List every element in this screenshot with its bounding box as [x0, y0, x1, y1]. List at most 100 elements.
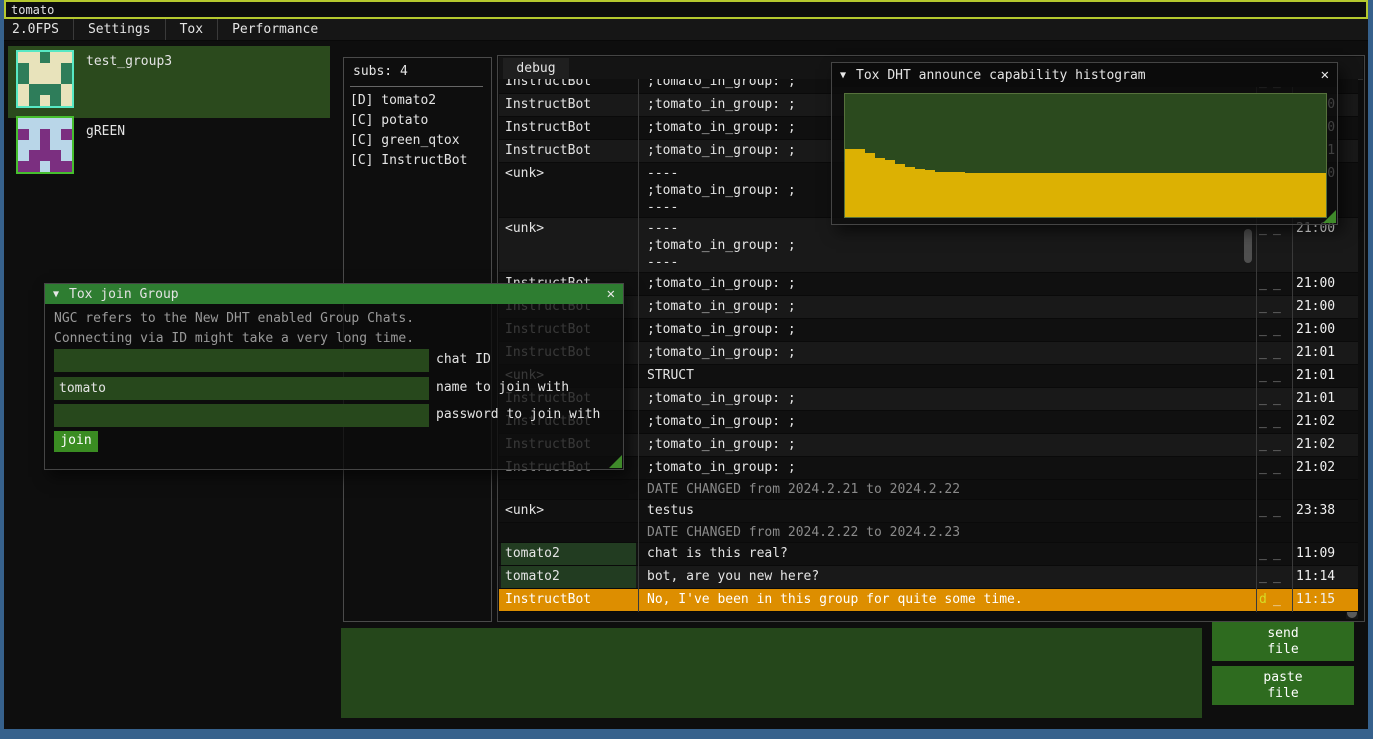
message-flags: __: [1259, 296, 1291, 321]
message-time: 21:00: [1296, 296, 1354, 321]
message-flag: _: [1259, 322, 1273, 337]
histogram-bar: [985, 173, 995, 217]
histogram-bar: [975, 173, 985, 217]
message-time: 21:01: [1296, 388, 1354, 413]
message-flag: _: [1259, 299, 1273, 314]
message-flags: __: [1259, 500, 1291, 525]
message-text: STRUCT: [643, 365, 1253, 387]
collapse-arrow-icon[interactable]: ▼: [53, 289, 59, 300]
cell-scrollbar[interactable]: [1244, 229, 1252, 263]
member-list-item[interactable]: [D] tomato2: [350, 91, 487, 111]
message-flags: __: [1259, 365, 1291, 390]
message-flag: _: [1273, 299, 1287, 314]
histogram-bar: [945, 172, 955, 218]
divider: [350, 86, 483, 87]
message-row[interactable]: InstructBot;tomato_in_group: ;__21:02: [499, 457, 1358, 480]
histogram-bar: [1065, 173, 1075, 217]
group-list-item-green[interactable]: gREEN: [8, 119, 330, 191]
message-flag: _: [1273, 414, 1287, 429]
message-row[interactable]: InstructBot;tomato_in_group: ;__21:00: [499, 319, 1358, 342]
histogram-bar: [1256, 173, 1266, 217]
message-row[interactable]: InstructBot;tomato_in_group: ;__21:00: [499, 273, 1358, 296]
histogram-bar: [1186, 173, 1196, 217]
chat-id-field[interactable]: [54, 349, 429, 372]
menu-item-tox[interactable]: Tox: [166, 19, 217, 40]
histogram-bar: [1015, 173, 1025, 217]
collapse-arrow-icon[interactable]: ▼: [840, 70, 846, 81]
message-row[interactable]: <unk>testus__23:38: [499, 500, 1358, 523]
member-list-item[interactable]: [C] potato: [350, 111, 487, 131]
menu-item-performance[interactable]: Performance: [218, 19, 332, 40]
send-file-button[interactable]: send file: [1212, 622, 1354, 661]
histogram-bar: [1286, 173, 1296, 217]
menu-bar: 2.0FPSSettingsToxPerformance: [4, 19, 1368, 41]
message-time: 21:00: [1296, 273, 1354, 298]
message-row[interactable]: tomato2bot, are you new here?__11:14: [499, 566, 1358, 589]
histogram-bar: [1095, 173, 1105, 217]
sender-name: <unk>: [501, 163, 636, 217]
message-time: 21:02: [1296, 457, 1354, 482]
member-list-item[interactable]: [C] green_qtox: [350, 131, 487, 151]
window-title: tomato: [11, 3, 54, 17]
members-count-header: subs: 4: [353, 64, 408, 79]
histogram-bar: [1105, 173, 1115, 217]
histogram-bar: [1055, 173, 1065, 217]
message-row[interactable]: InstructBot;tomato_in_group: ;__21:00: [499, 296, 1358, 319]
histogram-bar: [1226, 173, 1236, 217]
member-list-item[interactable]: [C] InstructBot: [350, 151, 487, 171]
join-password-field[interactable]: [54, 404, 429, 427]
window-titlebar: tomato: [4, 0, 1368, 19]
date-changed-label: DATE CHANGED from 2024.2.21 to 2024.2.22: [643, 480, 1253, 497]
histogram-bar: [1135, 173, 1145, 217]
group-avatar: [16, 116, 74, 174]
group-name: test_group3: [86, 54, 172, 69]
group-avatar: [16, 50, 74, 108]
message-row[interactable]: InstructBotNo, I've been in this group f…: [499, 589, 1358, 612]
histogram-bar: [1216, 173, 1226, 217]
histogram-bar: [1125, 173, 1135, 217]
join-note-2: Connecting via ID might take a very long…: [54, 331, 414, 346]
message-flags: d_: [1259, 589, 1291, 614]
message-text: ;tomato_in_group: ;: [643, 273, 1253, 295]
resize-grip[interactable]: [609, 455, 622, 468]
message-text: ;tomato_in_group: ;: [643, 296, 1253, 318]
message-flag: _: [1259, 276, 1273, 291]
join-group-window-titlebar[interactable]: ▼ Tox join Group ✕: [45, 284, 623, 304]
message-row[interactable]: <unk>STRUCT__21:01: [499, 365, 1358, 388]
dht-histogram-plot: [844, 93, 1327, 218]
menu-item-settings[interactable]: Settings: [74, 19, 165, 40]
histogram-bar: [895, 164, 905, 217]
group-name: gREEN: [86, 124, 125, 139]
message-flag: _: [1273, 322, 1287, 337]
message-row[interactable]: tomato2chat is this real?__11:09: [499, 543, 1358, 566]
group-list-item-test_group3[interactable]: test_group3: [8, 46, 330, 118]
histogram-bar: [1085, 173, 1095, 217]
histogram-bar: [1196, 173, 1206, 217]
dht-histogram-window-titlebar[interactable]: ▼ Tox DHT announce capability histogram …: [832, 63, 1337, 87]
join-button[interactable]: join: [54, 431, 98, 452]
message-input[interactable]: [341, 628, 1202, 718]
close-icon[interactable]: ✕: [607, 286, 615, 302]
message-time: 21:02: [1296, 434, 1354, 459]
tab-debug[interactable]: debug: [503, 58, 569, 79]
close-icon[interactable]: ✕: [1321, 67, 1329, 83]
join-name-field[interactable]: [54, 377, 429, 400]
message-row[interactable]: InstructBot;tomato_in_group: ;__21:01: [499, 388, 1358, 411]
message-row[interactable]: InstructBot;tomato_in_group: ;__21:02: [499, 411, 1358, 434]
histogram-bar: [1075, 173, 1085, 217]
message-row[interactable]: InstructBot;tomato_in_group: ;__21:01: [499, 342, 1358, 365]
message-flag: _: [1273, 569, 1287, 584]
message-text: ;tomato_in_group: ;: [643, 319, 1253, 341]
sender-name: tomato2: [501, 566, 636, 588]
sender-name: <unk>: [501, 500, 636, 522]
send-file-label: send: [1212, 626, 1354, 642]
histogram-bar: [1035, 173, 1045, 217]
message-row[interactable]: InstructBot;tomato_in_group: ;__21:02: [499, 434, 1358, 457]
join-name-label: name to join with: [436, 380, 569, 395]
message-time: 11:14: [1296, 566, 1354, 591]
histogram-bar: [1005, 173, 1015, 217]
histogram-bar: [995, 173, 1005, 217]
paste-file-button[interactable]: paste file: [1212, 666, 1354, 705]
message-row[interactable]: <unk>---- ;tomato_in_group: ; ----__21:0…: [499, 218, 1358, 273]
resize-grip[interactable]: [1323, 210, 1336, 223]
